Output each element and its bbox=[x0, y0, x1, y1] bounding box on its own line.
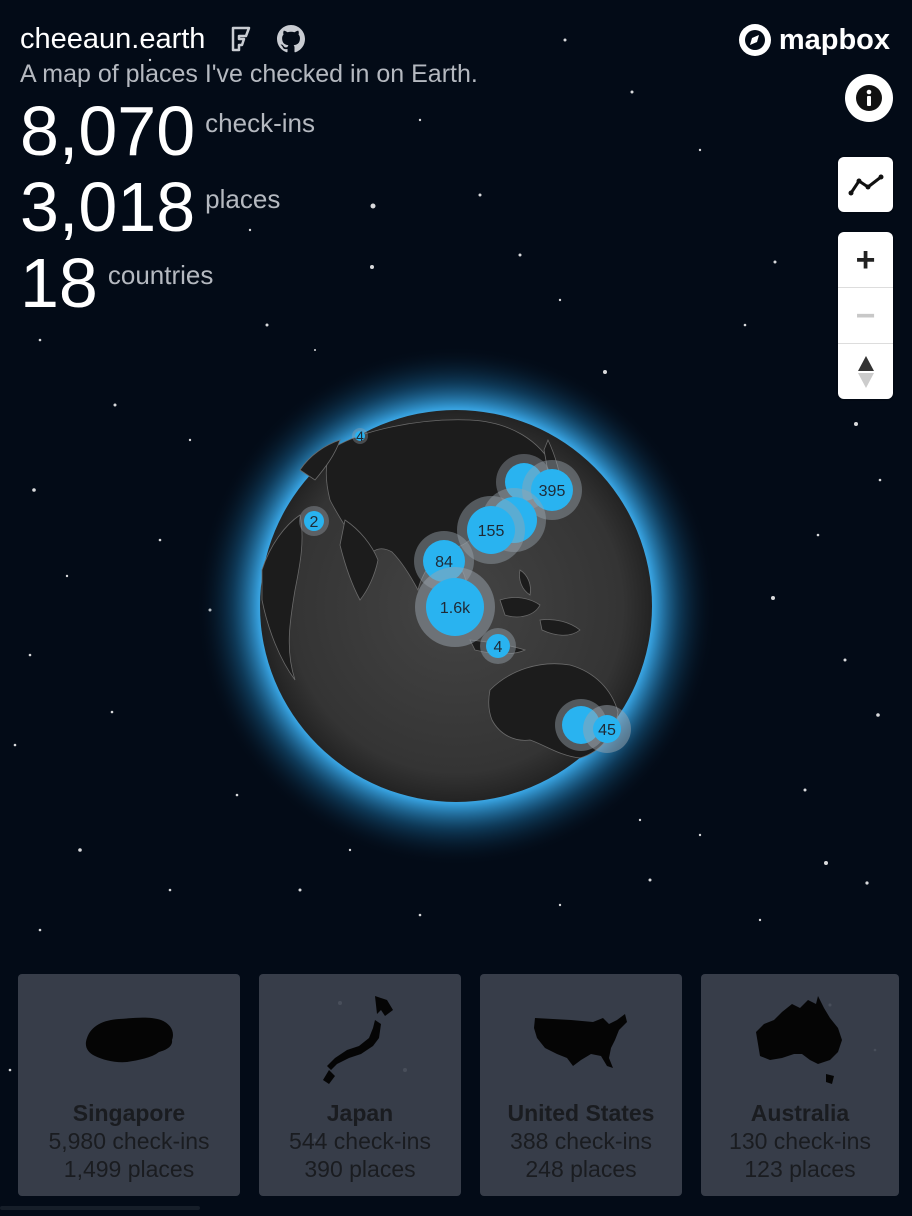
stat-label: check-ins bbox=[205, 108, 315, 138]
country-checkins: 388 check-ins bbox=[510, 1128, 652, 1154]
stat-checkins: 8,070 check-ins bbox=[20, 96, 315, 166]
country-card-australia[interactable]: Australia 130 check-ins 123 places bbox=[701, 974, 899, 1196]
country-cards: Singapore 5,980 check-ins 1,499 places J… bbox=[18, 974, 899, 1196]
country-name: Singapore bbox=[72, 1100, 186, 1126]
line-chart-icon bbox=[848, 174, 883, 195]
cluster-marker[interactable]: 2 bbox=[299, 506, 329, 536]
stat-places: 3,018 places bbox=[20, 172, 280, 242]
compass-button[interactable] bbox=[838, 343, 893, 399]
country-checkins: 544 check-ins bbox=[289, 1128, 431, 1154]
country-checkins: 5,980 check-ins bbox=[48, 1128, 210, 1154]
info-icon bbox=[856, 85, 882, 111]
stat-countries: 18 countries bbox=[20, 248, 213, 318]
cluster-label: 4 bbox=[356, 428, 364, 444]
country-places: 123 places bbox=[744, 1156, 856, 1182]
cluster-marker[interactable]: 4 bbox=[480, 628, 516, 664]
site-title[interactable]: cheeaun.earth bbox=[20, 23, 205, 56]
cluster-marker[interactable]: 1.6k bbox=[415, 567, 495, 647]
singapore-shape-icon bbox=[85, 1017, 173, 1063]
cluster-label: 1.6k bbox=[440, 600, 471, 617]
navigation-control: + − bbox=[838, 232, 893, 399]
country-name: United States bbox=[507, 1100, 655, 1126]
cluster-label: 4 bbox=[494, 639, 503, 656]
plus-icon: + bbox=[855, 240, 876, 279]
stat-value: 18 bbox=[20, 244, 98, 322]
mapbox-wordmark: mapbox bbox=[778, 23, 890, 56]
united-states-shape-icon bbox=[534, 1014, 627, 1068]
country-name: Australia bbox=[750, 1100, 850, 1126]
line-toggle-control bbox=[838, 157, 893, 212]
mapbox-logo[interactable]: mapbox bbox=[737, 22, 890, 58]
stat-value: 8,070 bbox=[20, 92, 196, 170]
japan-shape-icon bbox=[323, 996, 393, 1084]
cluster-label: 155 bbox=[478, 523, 505, 540]
info-button[interactable] bbox=[845, 74, 893, 122]
minus-icon: − bbox=[855, 296, 876, 335]
cluster-label: 395 bbox=[539, 483, 566, 500]
stat-label: countries bbox=[107, 260, 214, 290]
country-card-singapore[interactable]: Singapore 5,980 check-ins 1,499 places bbox=[18, 974, 240, 1196]
country-places: 390 places bbox=[304, 1156, 416, 1182]
country-card-japan[interactable]: Japan 544 check-ins 390 places bbox=[259, 974, 461, 1196]
site-subtitle: A map of places I've checked in on Earth… bbox=[20, 60, 478, 88]
stat-label: places bbox=[205, 184, 281, 214]
compass-icon bbox=[857, 355, 874, 388]
country-checkins: 130 check-ins bbox=[729, 1128, 871, 1154]
country-places: 1,499 places bbox=[63, 1156, 195, 1182]
site-header: cheeaun.earth A map of places I've check… bbox=[20, 20, 478, 89]
zoom-out-button[interactable]: − bbox=[838, 287, 893, 343]
mapbox-icon bbox=[738, 24, 771, 56]
line-toggle-button[interactable] bbox=[838, 157, 893, 212]
foursquare-icon[interactable] bbox=[227, 25, 255, 53]
cluster-label: 45 bbox=[598, 722, 616, 739]
australia-shape-icon bbox=[756, 996, 842, 1084]
stat-value: 3,018 bbox=[20, 168, 196, 246]
github-icon[interactable] bbox=[277, 25, 306, 53]
country-name: Japan bbox=[326, 1100, 394, 1126]
zoom-in-button[interactable]: + bbox=[838, 232, 893, 287]
country-places: 248 places bbox=[525, 1156, 637, 1182]
horizontal-scrollbar[interactable] bbox=[0, 1206, 200, 1210]
cluster-marker[interactable]: 4 bbox=[352, 428, 368, 444]
cluster-label: 2 bbox=[310, 514, 319, 531]
country-card-united-states[interactable]: United States 388 check-ins 248 places bbox=[480, 974, 682, 1196]
